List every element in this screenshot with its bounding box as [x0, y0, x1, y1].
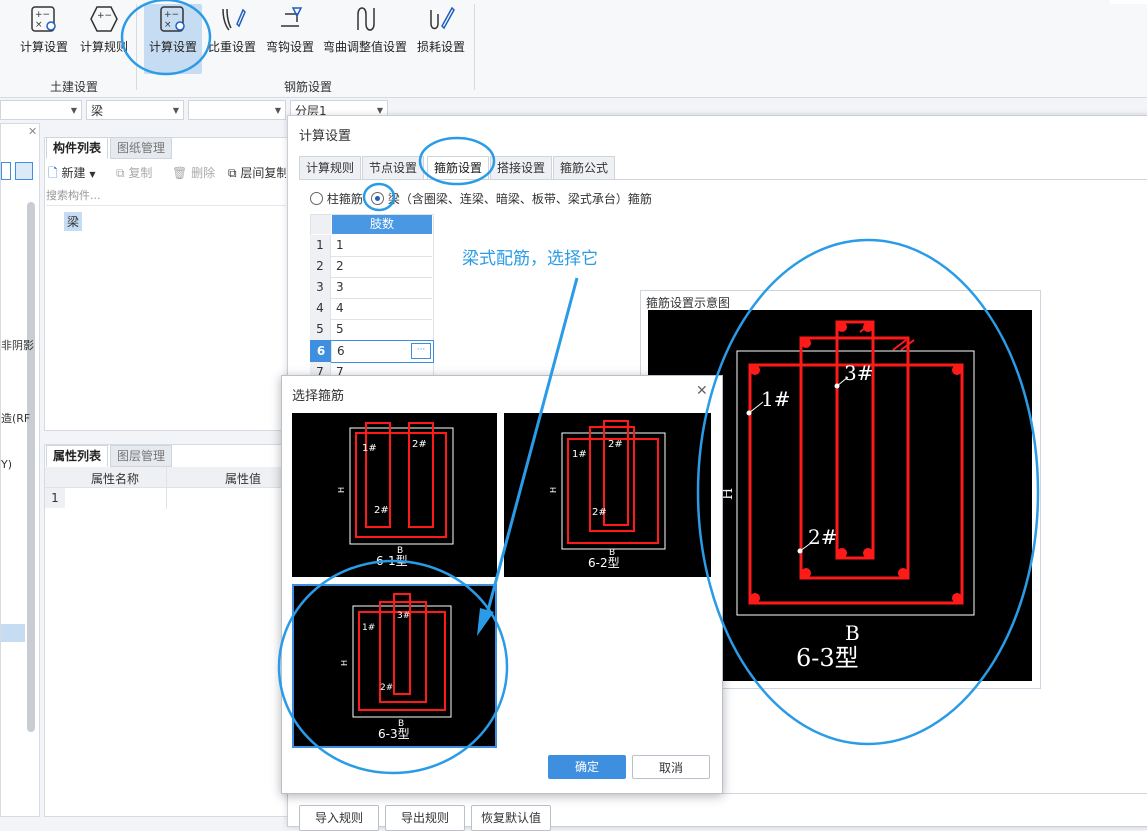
annotation-circle-radio	[362, 182, 396, 212]
annotation-overlay	[120, 0, 1040, 775]
annotation-ellipse-diagram	[696, 238, 1040, 746]
annotation-circle-ribbon	[120, 0, 212, 76]
annotation-circle-tab	[418, 136, 496, 186]
annotation-arrow	[484, 277, 579, 619]
annotation-ellipse-option	[277, 559, 509, 775]
annotation-arrowhead	[477, 608, 494, 636]
